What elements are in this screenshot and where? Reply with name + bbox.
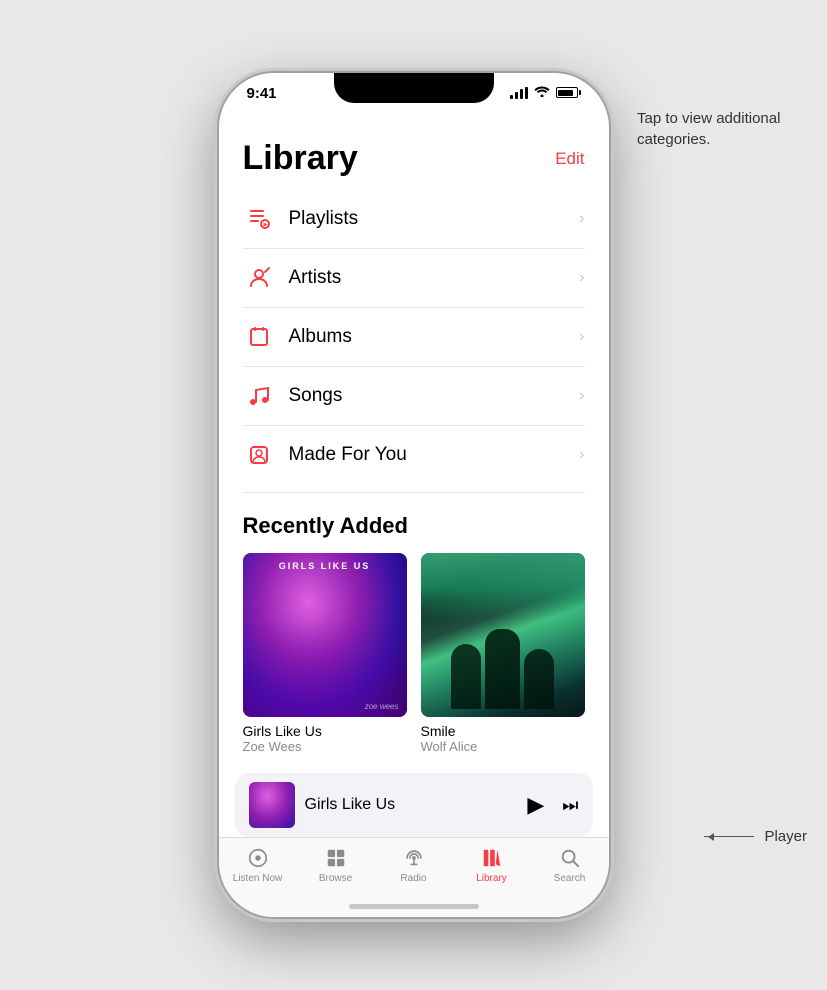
made-for-you-item[interactable]: Made For You › [243, 426, 585, 484]
edit-annotation: Tap to view additional categories. [637, 108, 807, 150]
scene: Tap to view additional categories. Playe… [0, 0, 827, 990]
album-glu-artist: Zoe Wees [243, 739, 407, 754]
made-for-you-chevron: › [579, 446, 584, 464]
player-controls: ▶ ⏭ [527, 792, 578, 818]
content-area: Library Edit [219, 123, 609, 783]
browse-icon [324, 846, 348, 870]
songs-item[interactable]: Songs › [243, 367, 585, 426]
notch [334, 73, 494, 103]
playlists-chevron: › [579, 210, 584, 228]
album-art-glu: GIRLS LIKE US zoe wees [243, 553, 407, 717]
albums-row: GIRLS LIKE US zoe wees Girls Like Us Zoe… [243, 553, 585, 754]
playlists-label: Playlists [289, 208, 580, 230]
library-tab-label: Library [476, 873, 507, 884]
album-glu-title: Girls Like Us [243, 723, 407, 739]
playlists-item[interactable]: Playlists › [243, 190, 585, 249]
tab-search[interactable]: Search [531, 846, 609, 884]
page-title: Library [243, 139, 358, 178]
songs-icon [243, 380, 275, 412]
status-time: 9:41 [247, 85, 277, 102]
artists-chevron: › [579, 269, 584, 287]
album-smile-title: Smile [421, 723, 585, 739]
listen-now-label: Listen Now [233, 873, 282, 884]
tab-radio[interactable]: Radio [375, 846, 453, 884]
screen: 9:41 [219, 73, 609, 917]
browse-label: Browse [319, 873, 352, 884]
search-label: Search [554, 873, 586, 884]
home-indicator [349, 904, 479, 909]
listen-now-icon [246, 846, 270, 870]
tab-browse[interactable]: Browse [297, 846, 375, 884]
wifi-icon [534, 85, 550, 100]
artists-item[interactable]: Artists › [243, 249, 585, 308]
battery-icon [556, 87, 581, 98]
library-list: Playlists › Artists › [243, 190, 585, 484]
made-for-you-label: Made For You [289, 444, 580, 466]
album-art-smile [421, 553, 585, 717]
tab-listen-now[interactable]: Listen Now [219, 846, 297, 884]
album-card-glu[interactable]: GIRLS LIKE US zoe wees Girls Like Us Zoe… [243, 553, 407, 754]
status-icons [510, 85, 581, 100]
album-smile-artist: Wolf Alice [421, 739, 585, 754]
albums-icon [243, 321, 275, 353]
player-title: Girls Like Us [305, 796, 518, 814]
radio-icon [402, 846, 426, 870]
albums-label: Albums [289, 326, 580, 348]
songs-chevron: › [579, 387, 584, 405]
tab-library[interactable]: Library [453, 846, 531, 884]
signal-icon [510, 87, 528, 99]
play-button[interactable]: ▶ [527, 792, 544, 818]
player-bar[interactable]: Girls Like Us ▶ ⏭ [235, 773, 593, 837]
player-thumbnail [249, 782, 295, 828]
radio-label: Radio [400, 873, 426, 884]
fast-forward-button[interactable]: ⏭ [562, 795, 578, 816]
playlist-icon [243, 203, 275, 235]
albums-item[interactable]: Albums › [243, 308, 585, 367]
made-for-you-icon [243, 439, 275, 471]
edit-button[interactable]: Edit [555, 149, 584, 169]
artists-label: Artists [289, 267, 580, 289]
player-info: Girls Like Us [305, 796, 518, 814]
artist-icon [243, 262, 275, 294]
search-icon [558, 846, 582, 870]
library-header: Library Edit [243, 123, 585, 186]
library-tab-icon [480, 846, 504, 870]
songs-label: Songs [289, 385, 580, 407]
phone-frame: 9:41 [219, 73, 609, 917]
recently-added-title: Recently Added [243, 513, 585, 539]
player-annotation: Player [704, 828, 807, 845]
album-card-smile[interactable]: Smile Wolf Alice [421, 553, 585, 754]
albums-chevron: › [579, 328, 584, 346]
section-divider [243, 492, 585, 493]
